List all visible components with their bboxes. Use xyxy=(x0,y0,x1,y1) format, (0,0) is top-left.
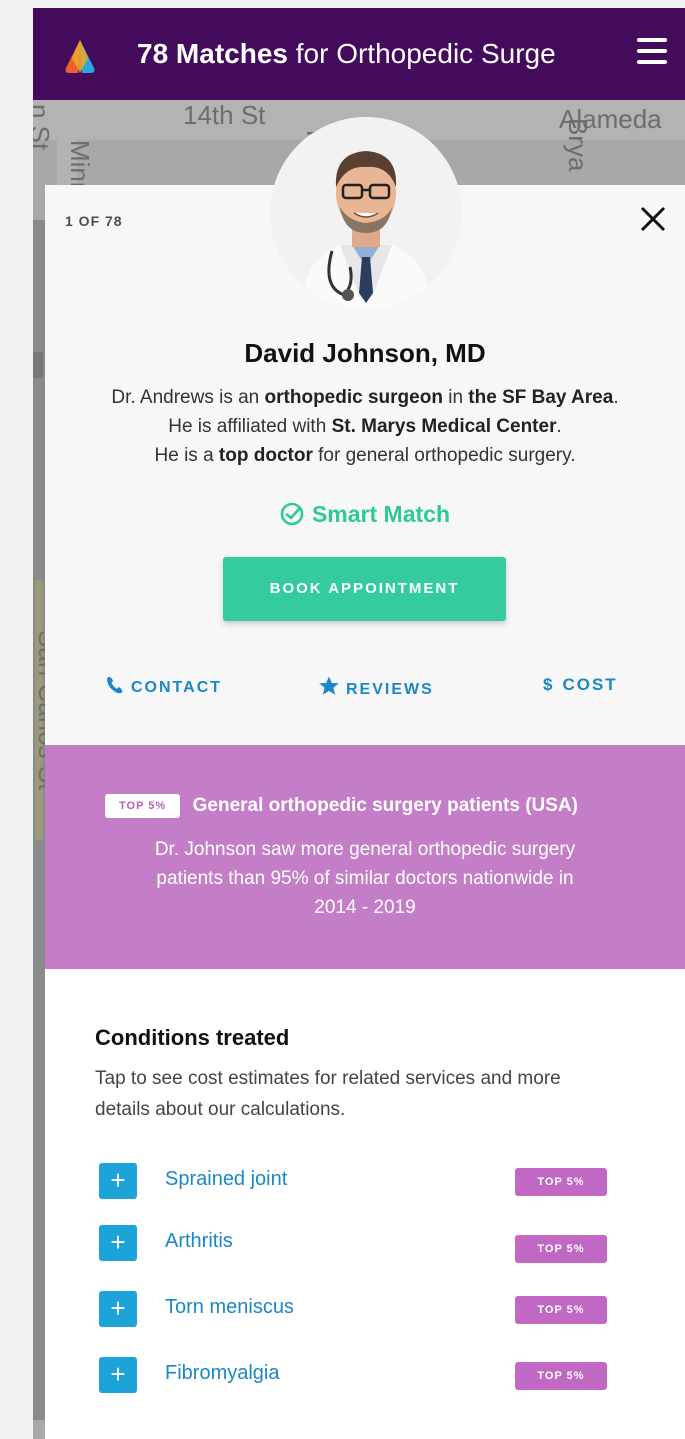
smart-match-label: Smart Match xyxy=(311,501,451,527)
smart-match-indicator: Smart Match xyxy=(45,501,685,528)
star-icon xyxy=(319,676,339,695)
book-appointment-button[interactable]: BOOK APPOINTMENT xyxy=(223,557,506,621)
dollar-icon: $ xyxy=(543,675,555,694)
app-frame: 14th St Minn Fo Brya Alameda San Carlos … xyxy=(33,8,685,1439)
contact-label: CONTACT xyxy=(131,679,223,696)
condition-name[interactable]: Fibromyalgia xyxy=(165,1362,279,1385)
condition-badge: TOP 5% xyxy=(515,1168,607,1196)
top-percent-banner: TOP 5% General orthopedic surgery patien… xyxy=(45,745,685,969)
check-circle-icon xyxy=(280,502,304,526)
condition-badge: TOP 5% xyxy=(515,1296,607,1324)
map-label-n-st: n St xyxy=(33,104,55,151)
contact-button[interactable]: CONTACT xyxy=(105,675,222,697)
condition-row[interactable]: + Torn meniscus TOP 5% xyxy=(99,1291,609,1327)
condition-row[interactable]: + Arthritis TOP 5% xyxy=(99,1225,609,1263)
reviews-button[interactable]: REVIEWS xyxy=(318,675,434,699)
close-icon[interactable] xyxy=(637,203,669,235)
specialty-text: for Orthopedic Surge xyxy=(287,38,556,69)
doctor-name: David Johnson, MD xyxy=(244,338,486,368)
hamburger-menu-icon[interactable] xyxy=(637,38,667,66)
condition-row[interactable]: + Sprained joint TOP 5% xyxy=(99,1163,609,1199)
top-header: 78 Matches for Orthopedic Surge xyxy=(33,8,685,100)
cost-label: COST xyxy=(562,675,618,694)
expand-plus-icon[interactable]: + xyxy=(99,1163,137,1199)
condition-badge: TOP 5% xyxy=(515,1235,607,1263)
banner-description: Dr. Johnson saw more general orthopedic … xyxy=(154,839,576,918)
conditions-section: Conditions treated Tap to see cost estim… xyxy=(45,969,685,1439)
expand-plus-icon[interactable]: + xyxy=(99,1357,137,1393)
doctor-bio: Dr. Andrews is an orthopedic surgeon in … xyxy=(111,387,619,466)
condition-row[interactable]: + Fibromyalgia TOP 5% xyxy=(99,1357,609,1393)
reviews-label: REVIEWS xyxy=(346,681,434,698)
top-percent-pill: TOP 5% xyxy=(105,794,181,818)
conditions-subtitle: Tap to see cost estimates for related se… xyxy=(95,1068,561,1120)
doctor-card: 1 OF 78 David Johnson, MD Dr. Andrews is… xyxy=(45,185,685,1439)
condition-name[interactable]: Sprained joint xyxy=(165,1168,287,1191)
map-label-alameda: Alameda xyxy=(559,104,662,134)
doctor-avatar[interactable] xyxy=(270,117,462,309)
condition-name[interactable]: Arthritis xyxy=(165,1230,233,1253)
brand-logo[interactable] xyxy=(60,36,100,76)
cost-button[interactable]: $ COST xyxy=(543,675,618,695)
action-links: CONTACT REVIEWS $ COST xyxy=(45,675,685,705)
conditions-title: Conditions treated xyxy=(95,1025,290,1050)
banner-title: General orthopedic surgery patients (USA… xyxy=(192,795,578,816)
expand-plus-icon[interactable]: + xyxy=(99,1225,137,1261)
result-counter: 1 OF 78 xyxy=(65,213,123,229)
condition-badge: TOP 5% xyxy=(515,1362,607,1390)
page-title: 78 Matches for Orthopedic Surge xyxy=(137,36,597,72)
condition-name[interactable]: Torn meniscus xyxy=(165,1296,294,1319)
match-count: 78 Matches xyxy=(137,38,288,69)
expand-plus-icon[interactable]: + xyxy=(99,1291,137,1327)
phone-icon xyxy=(107,677,123,694)
banner-heading: TOP 5% General orthopedic surgery patien… xyxy=(105,794,685,818)
doctor-photo xyxy=(270,117,462,309)
map-label-14th: 14th St xyxy=(183,100,266,130)
